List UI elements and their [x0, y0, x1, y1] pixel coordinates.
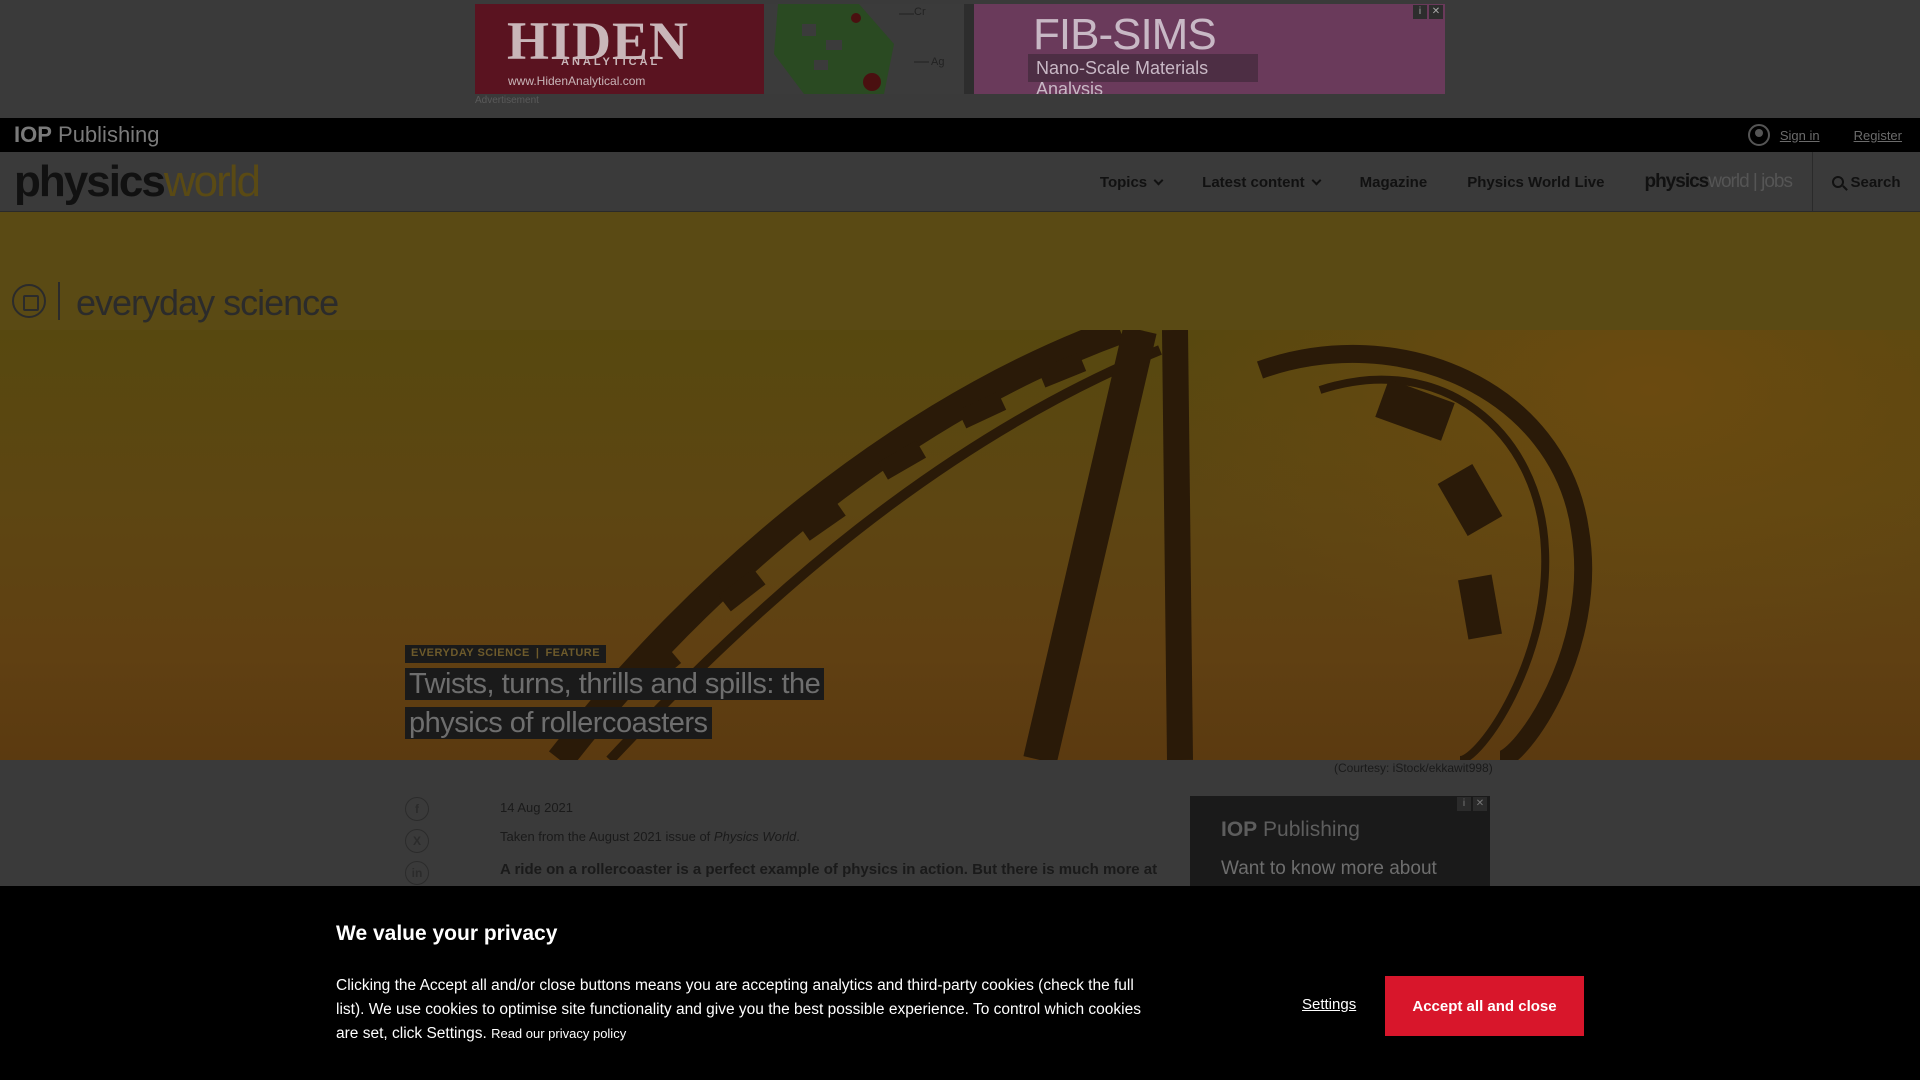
article-date: 14 Aug 2021: [500, 800, 574, 815]
accept-all-button[interactable]: Accept all and close: [1385, 976, 1584, 1036]
cookie-settings-link[interactable]: Settings: [1302, 996, 1356, 1013]
ad-tag-ag: Ag: [931, 56, 945, 68]
user-icon: [1747, 124, 1770, 146]
nav-magazine[interactable]: Magazine: [1360, 174, 1428, 191]
kicker-everyday-science[interactable]: EVERYDAY SCIENCE: [411, 647, 530, 661]
ad-hiden-logo-sub: ANALYTICAL: [561, 56, 661, 68]
cookie-title: We value your privacy: [336, 922, 558, 945]
nav-physics-world-live[interactable]: Physics World Live: [1467, 174, 1604, 191]
ad-hiden-panel: HIDEN ANALYTICAL www.HidenAnalytical.com: [475, 4, 764, 94]
ad-close-icon[interactable]: ✕: [1429, 5, 1443, 19]
side-ad-text: Want to know more about: [1221, 858, 1437, 879]
hero-image: [0, 330, 1920, 760]
register-link[interactable]: Register: [1854, 128, 1902, 143]
nav-items: Topics Latest content Magazine Physics W…: [1100, 152, 1812, 212]
article-title: Twists, turns, thrills and spills: the p…: [405, 664, 893, 742]
ad-strip: HIDEN ANALYTICAL www.HidenAnalytical.com…: [0, 0, 1920, 118]
nav-topics[interactable]: Topics: [1100, 174, 1164, 191]
ad-graphic-illustration: [774, 4, 929, 94]
article-source: Taken from the August 2021 issue of Phys…: [500, 829, 800, 844]
account-links: Sign in Register: [1747, 118, 1920, 152]
section-divider: [58, 282, 60, 320]
side-ad-info-icon[interactable]: i: [1457, 797, 1471, 811]
everyday-science-icon: [12, 284, 46, 318]
search-icon: [1832, 176, 1845, 188]
search-button[interactable]: Search: [1812, 152, 1920, 212]
physics-world-logo[interactable]: physicsworld: [14, 160, 261, 204]
rollercoaster-illustration: [548, 330, 1593, 760]
ad-label: Advertisement: [475, 95, 539, 106]
ad-url: www.HidenAnalytical.com: [508, 74, 646, 88]
section-header: everyday science: [0, 212, 1920, 330]
ad-tag-cr: Cr: [914, 6, 926, 18]
ad-fibsims-panel: FIB-SIMS Nano-Scale Materials Analysis: [974, 4, 1445, 94]
side-ad-close-icon[interactable]: ✕: [1473, 797, 1487, 811]
main-nav: physicsworld Topics Latest content Magaz…: [0, 152, 1920, 212]
physics-world-jobs-logo[interactable]: physicsworld | jobs: [1644, 171, 1793, 193]
section-title[interactable]: everyday science: [76, 282, 339, 324]
chevron-down-icon: [1311, 175, 1322, 185]
privacy-policy-link[interactable]: Read our privacy policy: [491, 1026, 626, 1041]
sign-in-link[interactable]: Sign in: [1780, 128, 1820, 143]
search-label: Search: [1850, 173, 1901, 191]
iop-publishing-logo[interactable]: IOP Publishing: [14, 122, 160, 148]
nav-latest-content[interactable]: Latest content: [1202, 174, 1322, 191]
share-x-icon[interactable]: X: [405, 829, 429, 853]
side-ad[interactable]: IOP Publishing Want to know more about i…: [1190, 796, 1490, 886]
top-bar: IOP Publishing Sign in Register: [0, 118, 1920, 152]
side-ad-brand: IOP Publishing: [1221, 818, 1360, 841]
share-facebook-icon[interactable]: f: [405, 797, 429, 821]
image-credit: (Courtesy: iStock/ekkawit998): [1334, 761, 1493, 775]
kicker-feature[interactable]: FEATURE: [545, 647, 600, 661]
ad-subline: Nano-Scale Materials Analysis: [1028, 54, 1258, 94]
cookie-body: Clicking the Accept all and/or close but…: [336, 977, 1141, 1042]
kicker-separator: |: [535, 647, 540, 659]
ad-info-icon[interactable]: i: [1413, 5, 1427, 19]
chevron-down-icon: [1153, 175, 1164, 185]
article-kicker: EVERYDAY SCIENCE | FEATURE: [405, 645, 607, 663]
share-linkedin-icon[interactable]: in: [405, 861, 429, 885]
article-lead: A ride on a rollercoaster is a perfect e…: [500, 861, 1158, 878]
cookie-banner: We value your privacy Clicking the Accep…: [0, 886, 1920, 1080]
top-ad-banner[interactable]: HIDEN ANALYTICAL www.HidenAnalytical.com…: [475, 4, 1445, 94]
ad-headline: FIB-SIMS: [1033, 10, 1217, 59]
ad-graphic: Cr Ag: [764, 4, 964, 94]
